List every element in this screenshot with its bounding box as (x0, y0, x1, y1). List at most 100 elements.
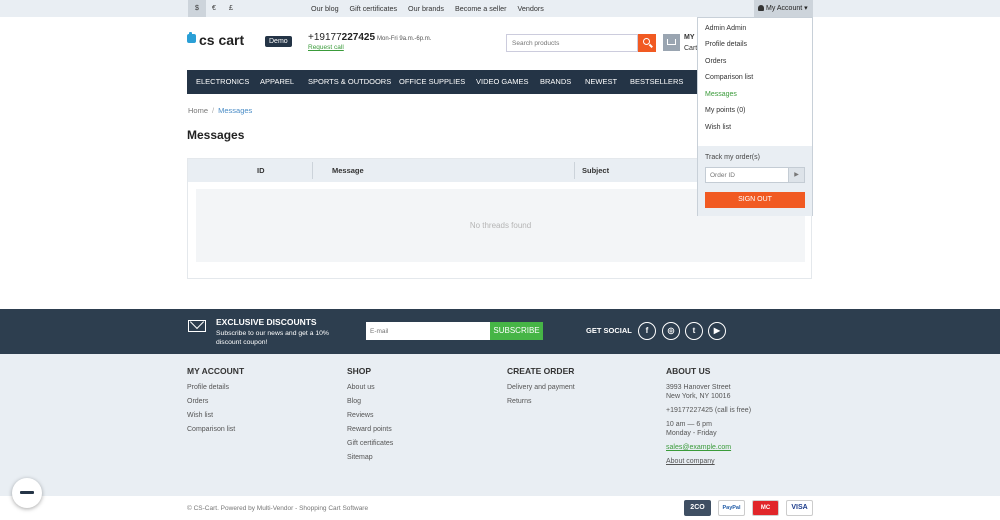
column-message[interactable]: Message (332, 159, 364, 182)
footer-email-link[interactable]: sales@example.com (666, 444, 751, 451)
cart-subtitle[interactable]: Cart (684, 45, 697, 52)
column-divider (312, 162, 313, 179)
twitter-icon[interactable]: t (685, 322, 703, 340)
search-icon-handle (649, 43, 653, 48)
sign-out-button[interactable]: SIGN OUT (705, 192, 805, 208)
column-subject[interactable]: Subject (582, 159, 609, 182)
link-brands[interactable]: Our brands (408, 4, 444, 13)
nav-brands[interactable]: BRANDS (540, 70, 571, 94)
paypal-icon: PayPal (718, 500, 745, 516)
search-box (506, 34, 638, 52)
page-title: Messages (187, 128, 245, 142)
dropdown-orders[interactable]: Orders (705, 58, 726, 65)
cart-button[interactable] (663, 34, 680, 51)
my-account-label: My Account ▾ (766, 5, 808, 12)
footer: MY ACCOUNT Profile details Orders Wish l… (0, 354, 1000, 496)
top-links: Our blog Gift certificates Our brands Be… (311, 0, 553, 17)
top-bar: $ € £ Our blog Gift certificates Our bra… (0, 0, 1000, 17)
dropdown-comparison-list[interactable]: Comparison list (705, 74, 753, 81)
footer-heading: SHOP (347, 366, 372, 376)
phone-hours: Mon-Fri 9a.m.-6p.m. (377, 36, 432, 42)
track-order-go-button[interactable]: ▶ (788, 167, 805, 183)
currency-usd[interactable]: $ (188, 0, 206, 17)
footer-link[interactable]: Returns (507, 398, 575, 405)
nav-video-games[interactable]: VIDEO GAMES (476, 70, 529, 94)
footer-phone: +19177227425 (call is free) (666, 407, 752, 414)
column-divider (574, 162, 575, 179)
footer-heading: MY ACCOUNT (187, 366, 245, 376)
instagram-icon[interactable]: ◎ (662, 322, 680, 340)
subscribe-button[interactable]: SUBSCRIBE (490, 322, 543, 340)
nav-apparel[interactable]: APPAREL (260, 70, 294, 94)
user-icon (758, 5, 764, 12)
subscribe-title: EXCLUSIVE DISCOUNTS (216, 317, 317, 327)
footer-days: Monday - Friday (666, 430, 717, 437)
nav-sports-outdoors[interactable]: SPORTS & OUTDOORS (308, 70, 391, 94)
link-blog[interactable]: Our blog (311, 4, 339, 13)
track-order-section: Track my order(s) ▶ SIGN OUT (698, 146, 812, 216)
chat-widget-button[interactable] (12, 478, 42, 508)
dropdown-messages[interactable]: Messages (705, 91, 737, 98)
logo-text: cs cart (199, 32, 245, 48)
track-order-label: Track my order(s) (705, 154, 760, 161)
nav-electronics[interactable]: ELECTRONICS (196, 70, 249, 94)
copyright: © CS-Cart. Powered by Multi-Vendor - Sho… (187, 505, 369, 512)
nav-newest[interactable]: NEWEST (585, 70, 617, 94)
phone-prefix: +19177 (308, 32, 342, 43)
facebook-icon[interactable]: f (638, 322, 656, 340)
logo-dot-icon (189, 32, 192, 35)
2co-icon: 2CO (684, 500, 711, 516)
mastercard-icon: MC (752, 500, 779, 516)
currency-eur[interactable]: € (205, 0, 223, 17)
footer-link[interactable]: Orders (187, 398, 244, 405)
dropdown-profile-details[interactable]: Profile details (705, 41, 747, 48)
link-become-seller[interactable]: Become a seller (455, 4, 507, 13)
nav-office-supplies[interactable]: OFFICE SUPPLIES (399, 70, 465, 94)
envelope-icon (188, 320, 206, 332)
request-call-link[interactable]: Request call (308, 44, 344, 51)
footer-shop: SHOP About us Blog Reviews Reward points… (347, 366, 393, 468)
about-company-link[interactable]: About company (666, 458, 751, 465)
phone-bold: 227425 (341, 32, 376, 43)
dropdown-wish-list[interactable]: Wish list (705, 124, 731, 131)
column-id[interactable]: ID (257, 159, 265, 182)
footer-link[interactable]: Wish list (187, 412, 244, 419)
subscribe-band: EXCLUSIVE DISCOUNTS Subscribe to our new… (0, 309, 1000, 354)
breadcrumb-current: Messages (218, 106, 253, 115)
footer-link[interactable]: Comparison list (187, 426, 244, 433)
footer-link[interactable]: Sitemap (347, 454, 393, 461)
link-vendors[interactable]: Vendors (517, 4, 543, 13)
cart-title[interactable]: MY (684, 34, 695, 41)
subscribe-text: Subscribe to our news and get a 10% disc… (216, 330, 329, 346)
footer-link[interactable]: Delivery and payment (507, 384, 575, 391)
search-input[interactable] (507, 35, 637, 51)
order-id-input[interactable] (706, 168, 793, 182)
footer-heading: CREATE ORDER (507, 366, 575, 376)
footer-link[interactable]: Blog (347, 398, 393, 405)
breadcrumb-home[interactable]: Home (188, 106, 208, 115)
breadcrumb: Home / Messages (188, 106, 252, 115)
footer-link[interactable]: Gift certificates (347, 440, 393, 447)
address-line: New York, NY 10016 (666, 393, 731, 400)
nav-bestsellers[interactable]: BESTSELLERS (630, 70, 683, 94)
search-button[interactable] (638, 34, 656, 52)
footer-link[interactable]: About us (347, 384, 393, 391)
link-gift-certificates[interactable]: Gift certificates (350, 4, 398, 13)
dropdown-user-name[interactable]: Admin Admin (705, 25, 746, 32)
email-input[interactable] (366, 322, 490, 340)
footer-link[interactable]: Reviews (347, 412, 393, 419)
logo-mark-icon (187, 34, 196, 43)
footer-link[interactable]: Reward points (347, 426, 393, 433)
demo-badge: Demo (265, 36, 292, 47)
bottom-bar: © CS-Cart. Powered by Multi-Vendor - Sho… (0, 496, 1000, 520)
order-id-box (705, 167, 794, 183)
footer-link[interactable]: Profile details (187, 384, 244, 391)
dropdown-my-points[interactable]: My points (0) (705, 107, 745, 114)
currency-gbp[interactable]: £ (222, 0, 240, 17)
youtube-icon[interactable]: ▶ (708, 322, 726, 340)
my-account-button[interactable]: My Account ▾ (754, 0, 813, 17)
footer-heading: ABOUT US (666, 366, 711, 376)
visa-icon: VISA (786, 500, 813, 516)
footer-create-order: CREATE ORDER Delivery and payment Return… (507, 366, 575, 412)
footer-about: ABOUT US 3993 Hanover Street New York, N… (666, 366, 751, 472)
